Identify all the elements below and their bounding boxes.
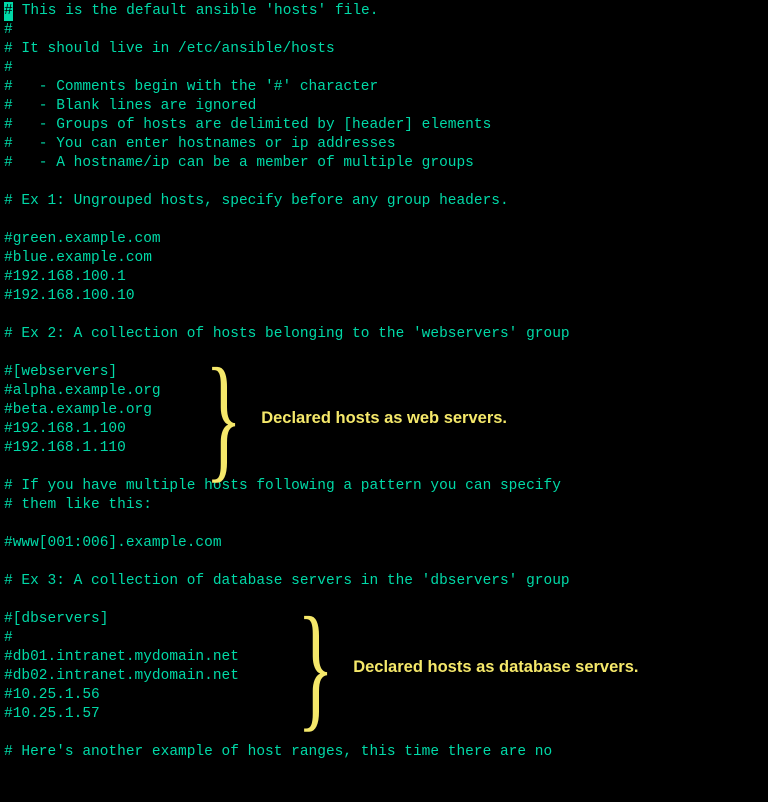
terminal-line: # them like this:: [4, 496, 768, 515]
terminal-line: [4, 211, 768, 230]
terminal-line: #db02.intranet.mydomain.net: [4, 667, 768, 686]
terminal-line: #: [4, 59, 768, 78]
terminal-line: # Ex 1: Ungrouped hosts, specify before …: [4, 192, 768, 211]
terminal-line: #beta.example.org: [4, 401, 768, 420]
terminal-line: #: [4, 629, 768, 648]
terminal-line: [4, 591, 768, 610]
terminal-line: #[dbservers]: [4, 610, 768, 629]
terminal-line: # - Groups of hosts are delimited by [he…: [4, 116, 768, 135]
terminal-line: # It should live in /etc/ansible/hosts: [4, 40, 768, 59]
terminal-line: #db01.intranet.mydomain.net: [4, 648, 768, 667]
terminal-line: #www[001:006].example.com: [4, 534, 768, 553]
terminal-line: #10.25.1.57: [4, 705, 768, 724]
cursor: #: [4, 2, 13, 21]
terminal-line: # - You can enter hostnames or ip addres…: [4, 135, 768, 154]
terminal-line: # Ex 3: A collection of database servers…: [4, 572, 768, 591]
terminal-line: #green.example.com: [4, 230, 768, 249]
terminal-line: #192.168.100.1: [4, 268, 768, 287]
terminal-line: #192.168.100.10: [4, 287, 768, 306]
terminal-line: # This is the default ansible 'hosts' fi…: [4, 2, 768, 21]
terminal-line: #: [4, 21, 768, 40]
terminal-line: [4, 173, 768, 192]
terminal-line: # - A hostname/ip can be a member of mul…: [4, 154, 768, 173]
terminal-line: #192.168.1.100: [4, 420, 768, 439]
terminal-line: #10.25.1.56: [4, 686, 768, 705]
terminal-line: [4, 724, 768, 743]
terminal-line: # Ex 2: A collection of hosts belonging …: [4, 325, 768, 344]
terminal-line: #alpha.example.org: [4, 382, 768, 401]
terminal-line: [4, 306, 768, 325]
terminal-line: # - Comments begin with the '#' characte…: [4, 78, 768, 97]
terminal-line: #[webservers]: [4, 363, 768, 382]
terminal-output: # This is the default ansible 'hosts' fi…: [4, 2, 768, 762]
terminal-line: # If you have multiple hosts following a…: [4, 477, 768, 496]
terminal-line: [4, 344, 768, 363]
terminal-line: # - Blank lines are ignored: [4, 97, 768, 116]
terminal-line: # Here's another example of host ranges,…: [4, 743, 768, 762]
terminal-line: #blue.example.com: [4, 249, 768, 268]
terminal-line: [4, 515, 768, 534]
terminal-line: [4, 553, 768, 572]
terminal-line: [4, 458, 768, 477]
terminal-line: #192.168.1.110: [4, 439, 768, 458]
